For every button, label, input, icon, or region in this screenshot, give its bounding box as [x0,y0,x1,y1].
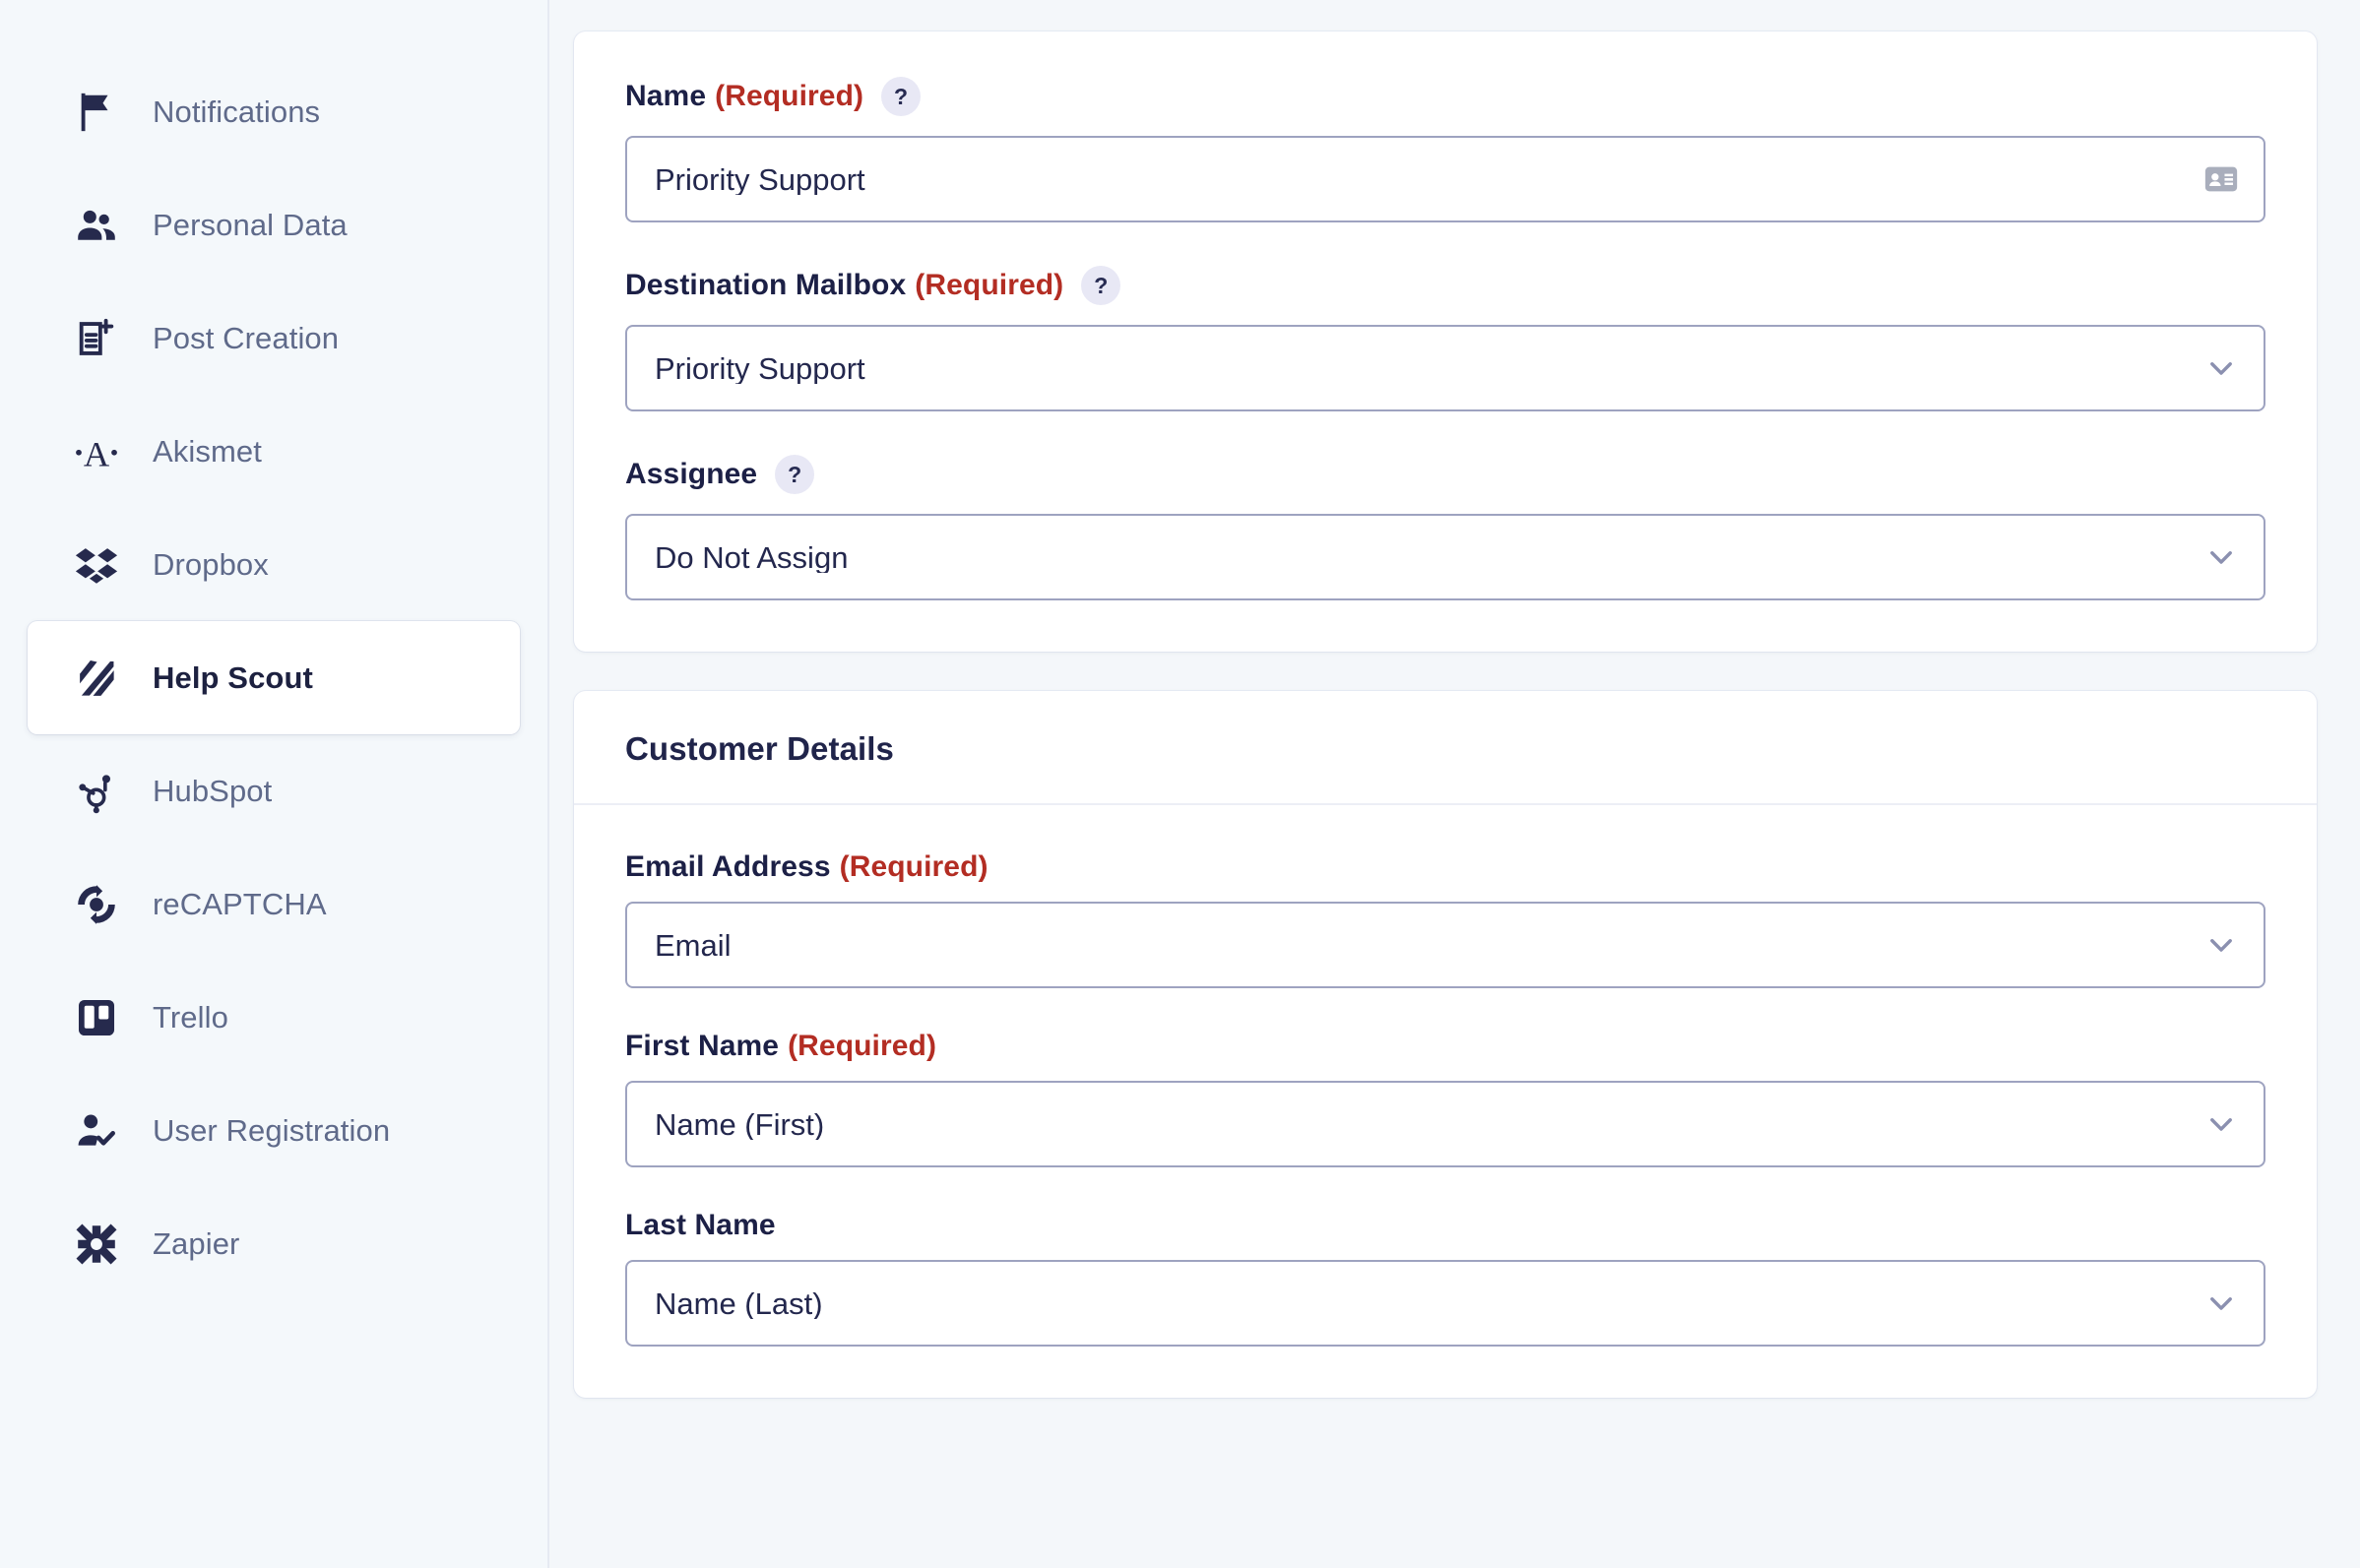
sidebar-item-label: User Registration [153,1113,391,1148]
name-input[interactable]: Priority Support [625,136,2265,222]
chevron-down-icon[interactable] [2204,1286,2238,1320]
help-icon[interactable]: ? [1081,266,1121,305]
required-marker: (Required) [839,850,989,883]
customer-details-card: Customer Details Email Address (Required… [574,691,2317,1398]
field-label-destination-mailbox: Destination Mailbox (Required) ? [625,266,2265,305]
settings-main: Name (Required) ? Priority Support Desti… [549,0,2360,1568]
field-label-first-name: First Name (Required) [625,1032,2265,1061]
zapier-icon [74,1222,119,1267]
last-name-select[interactable]: Name (Last) [625,1260,2265,1347]
field-last-name: Last Name Name (Last) [625,1211,2265,1347]
sidebar-item-label: Post Creation [153,321,340,355]
field-assignee: Assignee ? Do Not Assign [625,455,2265,600]
name-input-value: Priority Support [655,163,865,195]
sidebar-item-post-creation[interactable]: Post Creation [28,282,520,395]
first-name-value: Name (First) [655,1108,825,1140]
sidebar-item-personal-data[interactable]: Personal Data [28,168,520,282]
sidebar-item-label: Personal Data [153,208,348,242]
field-name: Name (Required) ? Priority Support [625,77,2265,222]
chevron-down-icon[interactable] [2204,928,2238,962]
chevron-down-icon[interactable] [2204,1107,2238,1141]
users-icon [74,203,119,248]
assignee-select[interactable]: Do Not Assign [625,514,2265,600]
last-name-value: Name (Last) [655,1287,823,1319]
sidebar-item-notifications[interactable]: Notifications [28,55,520,168]
sidebar-item-user-registration[interactable]: User Registration [28,1074,520,1187]
customer-details-body: Email Address (Required) Email First Nam… [574,805,2317,1398]
field-first-name: First Name (Required) Name (First) [625,1032,2265,1167]
card-title: Customer Details [625,730,895,767]
sidebar-item-zapier[interactable]: Zapier [28,1187,520,1300]
field-label-assignee: Assignee ? [625,455,2265,494]
contact-card-icon[interactable] [2202,160,2240,198]
sidebar-item-label: Zapier [153,1226,240,1261]
svg-text:A: A [84,434,110,473]
help-scout-icon [74,656,119,701]
document-plus-icon [74,316,119,361]
sidebar-item-dropbox[interactable]: Dropbox [28,508,520,621]
label-text: Name [625,80,707,112]
chevron-down-icon[interactable] [2204,351,2238,385]
help-icon[interactable]: ? [775,455,815,494]
destination-mailbox-value: Priority Support [655,352,865,384]
sidebar-item-label: Trello [153,1000,228,1035]
field-label-name: Name (Required) ? [625,77,2265,116]
field-label-last-name: Last Name [625,1211,2265,1240]
chevron-down-icon[interactable] [2204,540,2238,574]
required-marker: (Required) [715,80,864,112]
sidebar-item-label: Help Scout [153,660,313,695]
assignee-value: Do Not Assign [655,541,849,573]
field-email-address: Email Address (Required) Email [625,852,2265,988]
sidebar-item-label: Dropbox [153,547,269,582]
email-address-value: Email [655,929,732,961]
sidebar-item-label: Akismet [153,434,262,469]
label-text: First Name [625,1030,780,1062]
settings-sidebar: Notifications Personal Data Post Creatio… [0,0,549,1568]
field-destination-mailbox: Destination Mailbox (Required) ? Priorit… [625,266,2265,411]
user-check-icon [74,1108,119,1154]
recaptcha-icon [74,882,119,927]
help-icon[interactable]: ? [881,77,922,116]
label-text: Email Address [625,850,831,883]
label-text: Last Name [625,1209,776,1241]
sidebar-item-hubspot[interactable]: HubSpot [28,734,520,847]
sidebar-item-label: Notifications [153,94,321,129]
dropbox-icon [74,542,119,588]
customer-details-header: Customer Details [574,691,2317,805]
trello-icon [74,995,119,1040]
sidebar-item-help-scout[interactable]: Help Scout [28,621,520,734]
sidebar-item-label: HubSpot [153,774,273,808]
helpscout-connection-card: Name (Required) ? Priority Support Desti… [574,31,2317,652]
label-text: Destination Mailbox [625,269,907,301]
required-marker: (Required) [915,269,1064,301]
first-name-select[interactable]: Name (First) [625,1081,2265,1167]
settings-page: Notifications Personal Data Post Creatio… [0,0,2360,1568]
field-label-email-address: Email Address (Required) [625,852,2265,882]
flag-icon [74,90,119,135]
hubspot-icon [74,769,119,814]
email-address-select[interactable]: Email [625,902,2265,988]
required-marker: (Required) [788,1030,937,1062]
akismet-icon: A [74,429,119,474]
sidebar-item-trello[interactable]: Trello [28,961,520,1074]
sidebar-item-label: reCAPTCHA [153,887,327,921]
sidebar-nav-list: Notifications Personal Data Post Creatio… [0,55,547,1300]
sidebar-item-akismet[interactable]: A Akismet [28,395,520,508]
destination-mailbox-select[interactable]: Priority Support [625,325,2265,411]
sidebar-item-recaptcha[interactable]: reCAPTCHA [28,847,520,961]
label-text: Assignee [625,458,758,490]
